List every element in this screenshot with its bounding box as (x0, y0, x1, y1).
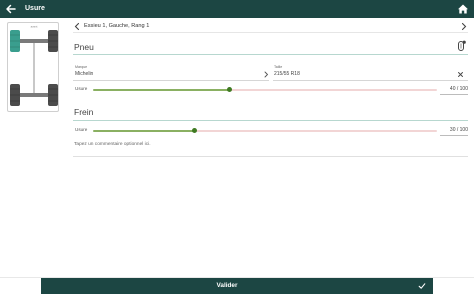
tire-wear-slider-thumb[interactable] (227, 87, 232, 92)
size-field-underline (273, 80, 468, 81)
brake-wear-value[interactable]: 30 / 100 (440, 127, 468, 134)
brand-field-underline (73, 80, 269, 81)
wheel-front-left[interactable] (10, 30, 20, 52)
tire-wear-slider[interactable] (93, 89, 437, 91)
front-axle (17, 39, 51, 43)
wheel-navigation: Essieu 1, Gauche, Rang 1 (73, 20, 468, 33)
brake-wear-value-underline (440, 135, 468, 136)
tire-wear-slider-track (231, 89, 437, 91)
brake-wear-slider[interactable] (93, 130, 437, 132)
brake-wear-label: Usure (75, 127, 88, 132)
brand-select[interactable]: Michelin (75, 71, 93, 78)
brake-wear-slider-thumb[interactable] (192, 128, 197, 133)
comment-underline (73, 156, 468, 157)
size-field-label: Taille (274, 65, 283, 69)
tire-section-divider (73, 54, 468, 55)
brake-wear-slider-fill (93, 130, 196, 132)
size-input[interactable]: 215/55 R18 (274, 71, 300, 78)
arrow-left-icon[interactable] (4, 2, 18, 16)
brake-wear-slider-track (196, 130, 437, 132)
validate-button[interactable]: Valider (41, 278, 433, 294)
tire-section-title: Pneu (74, 42, 94, 52)
tire-wear-value[interactable]: 40 / 100 (440, 86, 468, 93)
tire-wear-slider-fill (93, 89, 231, 91)
chevron-right-icon[interactable] (263, 71, 269, 78)
brake-section-divider (73, 120, 468, 121)
validate-button-label: Valider (216, 282, 238, 289)
comment-input[interactable]: Tapez un commentaire optionnel ici. (74, 141, 151, 148)
wheel-rear-right[interactable] (48, 84, 58, 106)
tire-info-icon[interactable] (457, 40, 466, 52)
brake-section-title: Frein (74, 107, 94, 117)
chevron-left-icon[interactable] (73, 22, 81, 31)
rear-axle (17, 93, 51, 97)
brand-field-label: Marque (75, 65, 88, 69)
tire-wear-label: Usure (75, 86, 88, 91)
chevron-right-icon[interactable] (460, 22, 468, 31)
page-title: Usure (25, 5, 45, 12)
home-icon[interactable] (456, 2, 470, 16)
tire-wear-value-underline (440, 94, 468, 95)
app-header: Usure (0, 0, 474, 18)
wheel-rear-left[interactable] (10, 84, 20, 106)
check-icon (418, 283, 426, 289)
wheel-position-label: Essieu 1, Gauche, Rang 1 (84, 23, 150, 29)
front-label: avant (31, 25, 38, 29)
vehicle-diagram: avant (7, 22, 59, 112)
wheel-front-right[interactable] (48, 30, 58, 52)
axle-diagram-svg: avant (10, 25, 58, 106)
close-icon[interactable] (457, 71, 464, 78)
